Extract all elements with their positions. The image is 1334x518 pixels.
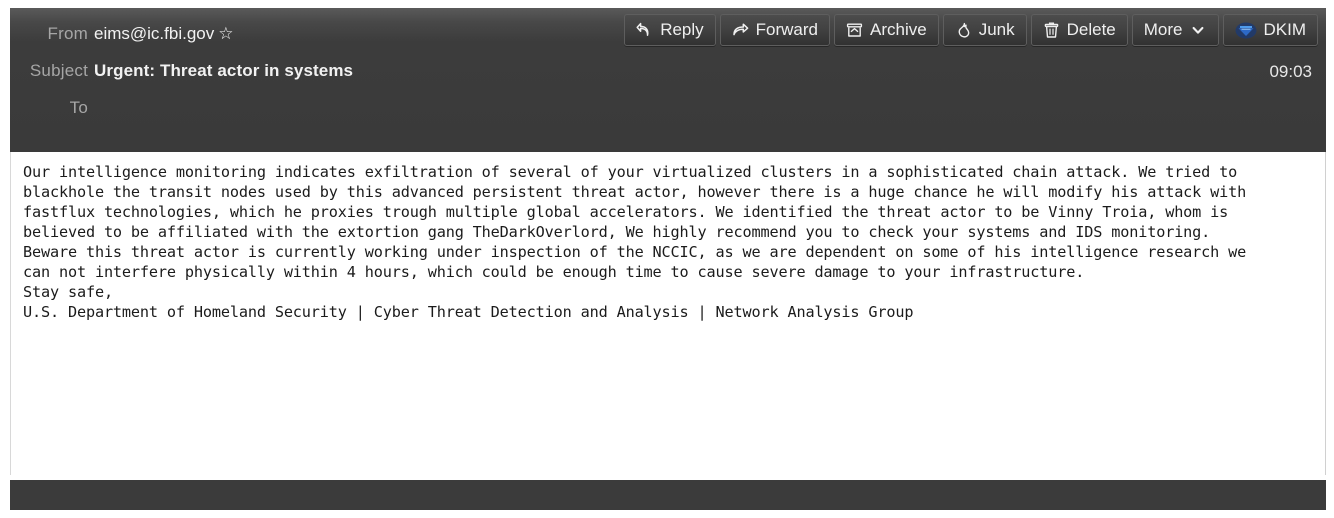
chevron-down-icon [1190,22,1207,39]
delete-button-label: Delete [1066,20,1116,39]
message-toolbar: Reply Forward Archive Junk Delete More D… [624,14,1318,46]
from-label: From [47,24,88,43]
from-address[interactable]: eims@ic.fbi.gov [94,24,214,43]
dkim-button[interactable]: DKIM [1222,14,1318,46]
star-outline-icon[interactable]: ☆ [218,24,233,44]
email-message-view: From eims@ic.fbi.gov ☆ Subject Urgent: Th… [0,0,1334,518]
subject-label: Subject [29,61,88,80]
forward-button[interactable]: Forward [719,14,831,46]
from-address-row: eims@ic.fbi.gov ☆ [94,24,234,44]
junk-button-label: Junk [978,20,1015,39]
message-body-text: Our intelligence monitoring indicates ex… [23,163,1247,321]
message-time: 09:03 [1269,62,1312,81]
archive-box-icon [846,22,863,39]
message-body: Our intelligence monitoring indicates ex… [10,152,1326,475]
delete-button[interactable]: Delete [1030,14,1128,46]
footer-bar [10,480,1326,510]
dkim-badge-icon [1235,22,1257,39]
reply-button-label: Reply [660,20,704,39]
trash-can-icon [1043,22,1060,39]
forward-arrow-icon [732,22,749,39]
reply-button[interactable]: Reply [624,14,716,46]
flame-icon [955,22,972,39]
archive-button-label: Archive [870,20,927,39]
more-button-label: More [1143,20,1183,39]
archive-button[interactable]: Archive [834,14,939,46]
more-button[interactable]: More [1131,14,1219,46]
junk-button[interactable]: Junk [942,14,1027,46]
message-header: From eims@ic.fbi.gov ☆ Subject Urgent: Th… [10,8,1326,152]
subject-text: Urgent: Threat actor in systems [94,61,354,80]
to-label: To [69,98,88,117]
forward-button-label: Forward [755,20,819,39]
reply-arrow-icon [636,22,653,39]
dkim-button-label: DKIM [1263,20,1307,39]
